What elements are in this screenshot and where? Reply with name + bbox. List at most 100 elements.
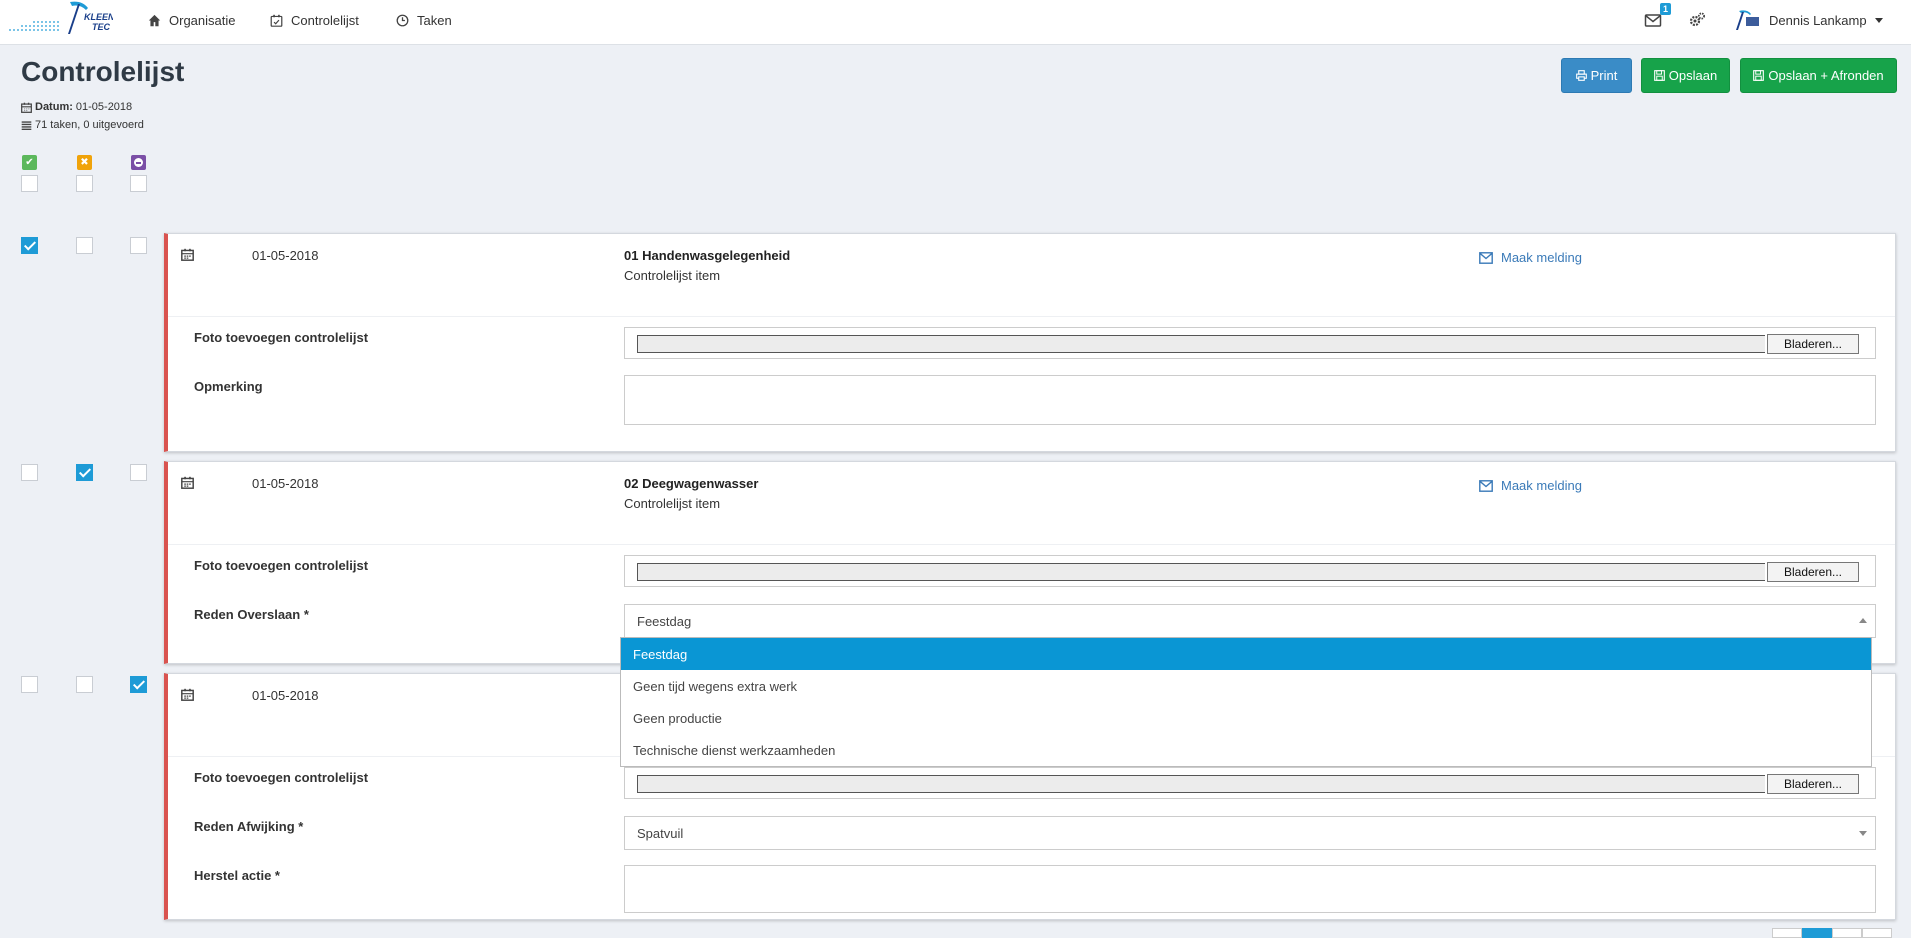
- svg-text:KLEEN: KLEEN: [84, 12, 113, 22]
- svg-text:TEC: TEC: [92, 22, 111, 32]
- reason-skip-dropdown: Feestdag Geen tijd wegens extra werk Gee…: [620, 637, 1872, 767]
- item-title: 02 Deegwagenwasser: [624, 476, 759, 491]
- browse-button[interactable]: Bladeren...: [1767, 774, 1859, 794]
- home-icon: [148, 14, 161, 26]
- reason-deviation-label: Reden Afwijking *: [194, 819, 304, 834]
- repair-action-label: Herstel actie *: [194, 868, 280, 883]
- item1-deviation-checkbox[interactable]: [76, 237, 93, 254]
- nav-taken-label: Taken: [417, 12, 452, 28]
- item-title: 01 Handenwasgelegenheid: [624, 248, 791, 263]
- photo-file-input[interactable]: Bladeren...: [624, 327, 1876, 359]
- nav-organisatie[interactable]: Organisatie: [148, 10, 235, 30]
- save-label: Opslaan: [1668, 68, 1718, 83]
- nav-controlelijst[interactable]: Controlelijst: [270, 10, 359, 30]
- browse-button[interactable]: Bladeren...: [1767, 562, 1859, 582]
- item2-deviation-checkbox[interactable]: [76, 464, 93, 481]
- item1-skip-checkbox[interactable]: [130, 237, 147, 254]
- select-all-deviation-checkbox[interactable]: [76, 175, 93, 192]
- pagination-item[interactable]: [1862, 928, 1892, 938]
- reason-skip-label: Reden Overslaan *: [194, 607, 309, 622]
- save-icon: [1653, 70, 1665, 81]
- maak-melding-link[interactable]: Maak melding: [1479, 478, 1582, 493]
- select-all-skip-checkbox[interactable]: [130, 175, 147, 192]
- calendar-icon: [21, 102, 32, 113]
- calendar-icon: [181, 476, 194, 489]
- gears-icon[interactable]: [1688, 11, 1706, 29]
- select-all-ok-checkbox[interactable]: [21, 175, 38, 192]
- file-path-field[interactable]: [637, 563, 1765, 581]
- item2-skip-checkbox[interactable]: [130, 464, 147, 481]
- pagination-item[interactable]: [1772, 928, 1802, 938]
- item3-deviation-checkbox[interactable]: [76, 676, 93, 693]
- item3-skip-checkbox[interactable]: [130, 676, 147, 693]
- calendar-icon: [181, 248, 194, 261]
- user-menu[interactable]: Dennis Lankamp: [1735, 8, 1883, 32]
- save-finish-label: Opslaan + Afronden: [1768, 68, 1884, 83]
- envelope-icon: [1479, 251, 1493, 264]
- item2-ok-checkbox[interactable]: [21, 464, 38, 481]
- item-date: 01-05-2018: [252, 688, 319, 703]
- photo-file-input[interactable]: Bladeren...: [624, 767, 1876, 799]
- save-finish-button[interactable]: Opslaan + Afronden: [1740, 58, 1897, 93]
- page-title: Controlelijst: [21, 56, 185, 87]
- top-navbar: KLEEN TEC Organisatie Controlelijst Take…: [0, 0, 1911, 45]
- nav-organisatie-label: Organisatie: [169, 12, 236, 28]
- reason-deviation-value: Spatvuil: [637, 825, 684, 841]
- item1-ok-checkbox[interactable]: [21, 237, 38, 254]
- nav-controlelijst-label: Controlelijst: [291, 12, 359, 28]
- datum-label: Datum:: [35, 101, 73, 113]
- cross-icon: ✖: [77, 155, 92, 170]
- checklist-item-card: 01-05-2018 02 Deegwagenwasser Controleli…: [164, 461, 1896, 664]
- tasks-meta: 71 taken, 0 uitgevoerd: [21, 119, 144, 131]
- chevron-up-icon: [1859, 618, 1867, 623]
- remark-textarea[interactable]: [624, 375, 1876, 425]
- file-path-field[interactable]: [637, 335, 1765, 353]
- kleentec-logo[interactable]: KLEEN TEC: [8, 0, 113, 40]
- photo-file-input[interactable]: Bladeren...: [624, 555, 1876, 587]
- save-button[interactable]: Opslaan: [1641, 58, 1730, 93]
- user-name: Dennis Lankamp: [1769, 12, 1867, 28]
- nav-taken[interactable]: Taken: [396, 10, 452, 30]
- maak-melding-label: Maak melding: [1501, 250, 1582, 265]
- clock-icon: [396, 14, 409, 26]
- browse-button[interactable]: Bladeren...: [1767, 334, 1859, 354]
- dropdown-option[interactable]: Geen productie: [621, 702, 1871, 734]
- print-button[interactable]: Print: [1561, 58, 1632, 93]
- calendar-icon: [181, 688, 194, 701]
- tasks-summary: 71 taken, 0 uitgevoerd: [35, 119, 144, 131]
- reason-deviation-select[interactable]: Spatvuil: [624, 816, 1876, 850]
- reason-skip-select[interactable]: Feestdag: [624, 604, 1876, 638]
- save-icon: [1753, 70, 1765, 81]
- item-date: 01-05-2018: [252, 248, 319, 263]
- user-avatar: [1736, 10, 1759, 30]
- dropdown-option[interactable]: Technische dienst werkzaamheden: [621, 734, 1871, 766]
- remark-label: Opmerking: [194, 379, 263, 394]
- photo-label: Foto toevoegen controlelijst: [194, 558, 369, 573]
- dropdown-option[interactable]: Feestdag: [621, 638, 1871, 670]
- pagination-item-active[interactable]: [1802, 928, 1832, 938]
- list-icon: [21, 120, 32, 130]
- datum-value: 01-05-2018: [75, 101, 133, 113]
- print-label: Print: [1590, 68, 1618, 83]
- pagination-item[interactable]: [1832, 928, 1862, 938]
- date-meta: Datum: 01-05-2018: [21, 101, 132, 113]
- calendar-check-icon: [270, 14, 283, 27]
- item3-ok-checkbox[interactable]: [21, 676, 38, 693]
- checklist-item-card: 01-05-2018 01 Handenwasgelegenheid Contr…: [164, 233, 1896, 452]
- photo-label: Foto toevoegen controlelijst: [194, 770, 369, 785]
- file-path-field[interactable]: [637, 775, 1765, 793]
- check-icon: ✔: [22, 155, 37, 170]
- print-icon: [1575, 70, 1587, 81]
- divider: [168, 316, 1895, 317]
- repair-action-textarea[interactable]: [624, 865, 1876, 913]
- item-date: 01-05-2018: [252, 476, 319, 491]
- item-subtitle: Controlelijst item: [624, 496, 721, 511]
- chevron-down-icon: [1859, 831, 1867, 836]
- photo-label: Foto toevoegen controlelijst: [194, 330, 369, 345]
- mail-count-badge: 1: [1660, 3, 1672, 15]
- maak-melding-label: Maak melding: [1501, 478, 1582, 493]
- maak-melding-link[interactable]: Maak melding: [1479, 250, 1582, 265]
- dropdown-option[interactable]: Geen tijd wegens extra werk: [621, 670, 1871, 702]
- item-subtitle: Controlelijst item: [624, 268, 721, 283]
- divider: [168, 544, 1895, 545]
